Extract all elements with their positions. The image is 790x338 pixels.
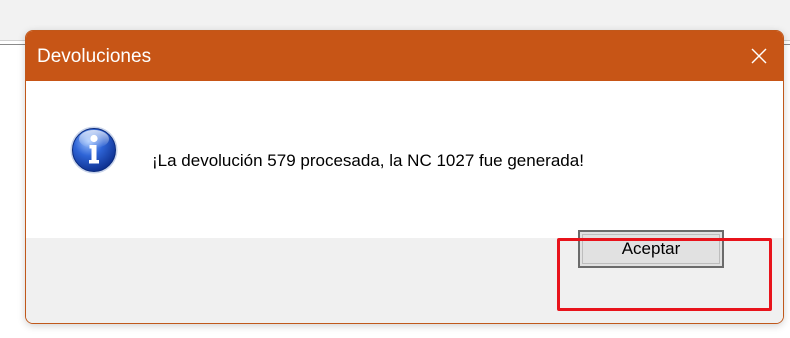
ok-button-label: Aceptar: [621, 239, 681, 258]
ok-button[interactable]: Aceptar: [578, 230, 724, 268]
background-window-panel: [0, 45, 26, 338]
info-icon: [70, 126, 118, 174]
dialog-message: ¡La devolución 579 procesada, la NC 1027…: [152, 151, 584, 170]
close-icon: [751, 48, 767, 64]
dialog-content: ¡La devolución 579 procesada, la NC 1027…: [26, 81, 783, 238]
close-button[interactable]: [739, 36, 779, 76]
message-dialog: Devoluciones ¡La devolución 579 procesad…: [25, 30, 784, 324]
dialog-titlebar[interactable]: Devoluciones: [26, 31, 783, 81]
dialog-title: Devoluciones: [37, 46, 152, 67]
